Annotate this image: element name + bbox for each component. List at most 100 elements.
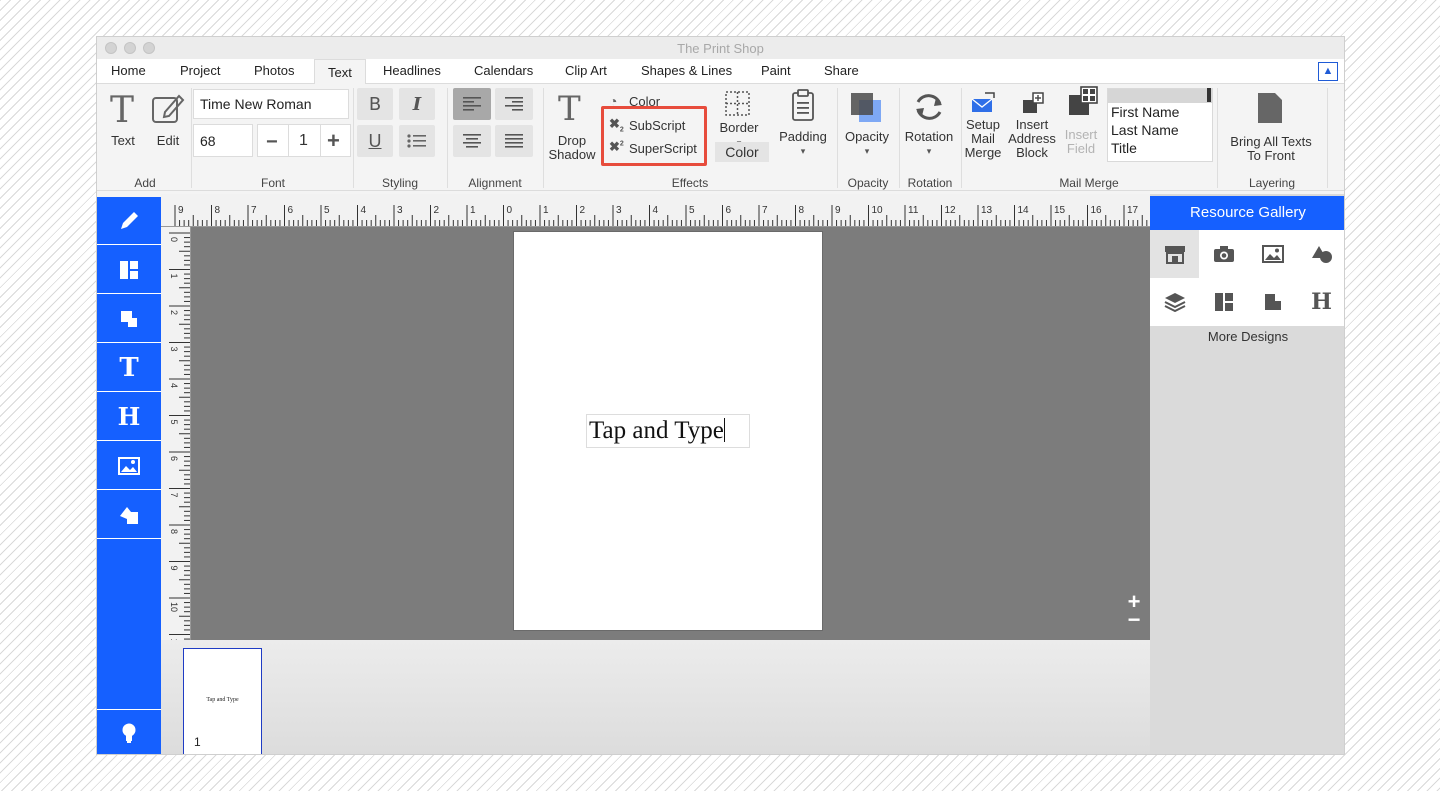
border-color-button[interactable]: Color	[715, 142, 769, 162]
italic-button[interactable]: I	[399, 88, 435, 120]
field-last-name[interactable]: Last Name	[1108, 121, 1212, 139]
tab-share[interactable]: Share	[824, 63, 859, 78]
font-size-field[interactable]: 68	[193, 124, 253, 157]
sidebar-item-text[interactable]: T	[97, 344, 161, 392]
padding-button[interactable]	[791, 89, 815, 121]
text-caret	[723, 418, 725, 442]
ruler-label: 3	[397, 205, 403, 216]
field-first-name[interactable]: First Name	[1108, 103, 1212, 121]
font-family-field[interactable]: Time New Roman	[193, 89, 349, 119]
bring-all-texts-button[interactable]	[1257, 92, 1283, 124]
ruler-label: 2	[580, 205, 586, 216]
setup-mail-merge-button[interactable]	[971, 92, 995, 114]
separator	[447, 88, 448, 188]
group-label-effects: Effects	[671, 176, 709, 190]
align-right-icon	[505, 97, 523, 111]
list-scrollbar[interactable]	[1207, 88, 1211, 102]
font-size-stepper: − 1 +	[257, 124, 351, 157]
rotate-icon	[916, 94, 942, 120]
ruler-label: 9	[835, 205, 841, 216]
gallery-layers-button[interactable]	[1150, 278, 1199, 326]
tab-clip-art[interactable]: Clip Art	[565, 63, 607, 78]
underline-button[interactable]: U	[357, 125, 393, 157]
rotation-dropdown-icon[interactable]: ▾	[899, 144, 959, 158]
stepper-value: 1	[299, 132, 308, 149]
drop-shadow-button[interactable]: T	[555, 89, 587, 129]
sidebar-item-headlines[interactable]: H	[97, 393, 161, 441]
tab-project[interactable]: Project	[180, 63, 220, 78]
tab-home[interactable]: Home	[111, 63, 146, 78]
insert-address-block-button[interactable]	[1021, 92, 1045, 114]
ruler-label: 5	[324, 205, 330, 216]
tab-photos[interactable]: Photos	[254, 63, 294, 78]
ruler-label: 5	[169, 420, 179, 425]
ruler-label: 17	[1127, 205, 1139, 216]
bold-button[interactable]: B	[357, 88, 393, 120]
mail-merge-field-list[interactable]: First Name Last Name Title	[1107, 88, 1213, 162]
tab-text[interactable]: Text	[314, 59, 366, 85]
tab-shapes-lines[interactable]: Shapes & Lines	[641, 63, 732, 78]
align-left-button[interactable]	[453, 88, 491, 120]
rotation-label: Rotation	[904, 129, 954, 144]
gallery-shapes-button[interactable]	[1297, 230, 1344, 278]
app-window: The Print Shop Home Project Photos Text …	[96, 36, 1345, 755]
sidebar-item-tips[interactable]	[97, 709, 161, 754]
add-text-button[interactable]: T	[107, 90, 139, 131]
menu-bar: Home Project Photos Text Headlines Calen…	[97, 59, 1344, 85]
layout-icon	[1214, 293, 1233, 311]
align-center-button[interactable]	[453, 125, 491, 157]
opacity-button[interactable]	[849, 92, 883, 124]
sidebar-item-edit[interactable]	[97, 197, 161, 245]
field-title[interactable]: Title	[1108, 139, 1212, 157]
plus-icon[interactable]: +	[327, 128, 340, 154]
padding-label: Padding	[779, 129, 827, 144]
align-justify-button[interactable]	[495, 125, 533, 157]
setup-mail-merge-label: Setup Mail Merge	[964, 117, 1002, 160]
border-button[interactable]	[725, 91, 751, 117]
group-label-mail-merge: Mail Merge	[1059, 176, 1119, 190]
zoom-out-button[interactable]: −	[1126, 607, 1142, 633]
page-thumbnail[interactable]: Tap and Type 1	[183, 648, 262, 754]
ruler-label: 9	[169, 566, 179, 571]
collapse-ribbon-button[interactable]: ▲	[1318, 62, 1338, 81]
gallery-store-button[interactable]	[1150, 230, 1199, 278]
rotation-button[interactable]	[912, 90, 946, 124]
ruler-label: 4	[169, 383, 179, 388]
tab-calendars[interactable]: Calendars	[474, 63, 533, 78]
bring-all-texts-label: Bring All Texts To Front	[1230, 134, 1312, 163]
document-page[interactable]: Tap and Type	[513, 231, 823, 631]
lightbulb-icon	[122, 723, 136, 743]
text-box[interactable]: Tap and Type	[586, 414, 750, 448]
more-designs-link[interactable]: More Designs	[1150, 329, 1344, 344]
tab-headlines[interactable]: Headlines	[383, 63, 441, 78]
shapes-icon	[121, 310, 137, 327]
align-right-button[interactable]	[495, 88, 533, 120]
tab-paint[interactable]: Paint	[761, 63, 791, 78]
opacity-dropdown-icon[interactable]: ▾	[837, 144, 897, 158]
sidebar-item-shapes[interactable]	[97, 295, 161, 343]
group-label-layering: Layering	[1248, 176, 1296, 190]
gallery-images-button[interactable]	[1248, 230, 1297, 278]
padding-dropdown-icon[interactable]: ▾	[773, 144, 833, 158]
gallery-icon-grid: H	[1150, 230, 1344, 326]
bullet-list-button[interactable]	[399, 125, 435, 157]
highlight-box	[601, 106, 707, 166]
ruler-label: 3	[616, 205, 622, 216]
drop-shadow-label: Drop Shadow	[548, 133, 596, 162]
ruler-label: 1	[470, 205, 476, 216]
ruler-label: 6	[169, 456, 179, 461]
gallery-layouts-button[interactable]	[1199, 278, 1248, 326]
align-justify-icon	[505, 134, 523, 148]
opacity-label: Opacity	[844, 129, 890, 144]
gallery-headlines-button[interactable]: H	[1297, 278, 1344, 326]
separator	[1217, 88, 1218, 188]
minus-icon[interactable]: −	[266, 131, 278, 154]
gallery-clipart-button[interactable]	[1248, 278, 1297, 326]
sidebar-item-photos[interactable]	[97, 442, 161, 490]
edit-text-button[interactable]	[151, 92, 185, 126]
sidebar-item-clipart[interactable]	[97, 491, 161, 539]
svg-text:T: T	[110, 90, 134, 126]
gallery-photos-button[interactable]	[1199, 230, 1248, 278]
sidebar-item-layouts[interactable]	[97, 246, 161, 294]
horizontal-ruler-ticks: 9 8 7 6 5 4 3 2 1 0 1 2 3 4 5 6 7 8 9 10 11 12 13 14 15 16 17	[174, 205, 1148, 226]
